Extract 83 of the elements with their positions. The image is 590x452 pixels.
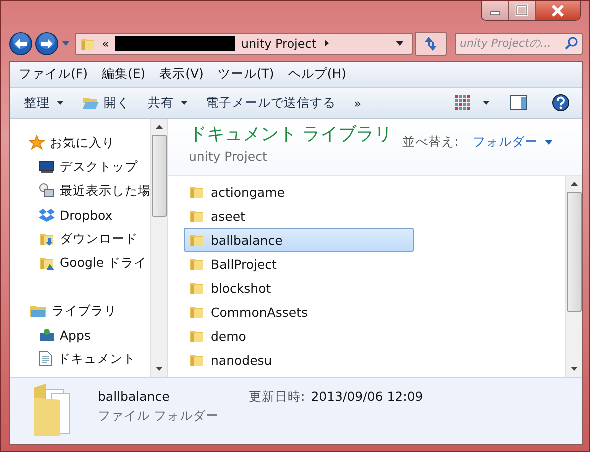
sidebar-item[interactable]: ダウンロード (10, 227, 150, 251)
menu-item[interactable]: 表示(V) (154, 66, 209, 83)
toolbar-button[interactable]: 整理 (18, 92, 74, 114)
scrollbar[interactable] (150, 119, 167, 377)
help-icon[interactable] (552, 94, 570, 112)
toolbar-button[interactable]: » (348, 92, 372, 114)
folder-icon (189, 184, 205, 200)
sidebar-label: Google ドライ (60, 254, 148, 272)
file-row[interactable]: nanodesu (184, 348, 414, 372)
sort-dropdown[interactable]: フォルダー (472, 134, 553, 151)
star-icon (29, 135, 45, 151)
minimize-icon[interactable] (482, 1, 509, 20)
back-icon[interactable] (9, 32, 33, 56)
search-icon[interactable] (565, 37, 578, 50)
menu-item[interactable]: 編集(E) (96, 66, 151, 83)
folder-icon (189, 256, 205, 272)
view-grid-icon[interactable] (454, 95, 472, 111)
address-bar[interactable]: « unity Project (75, 32, 413, 55)
modified-label: 更新日時: (248, 389, 306, 406)
sidebar-item[interactable]: Apps (10, 323, 150, 347)
document-icon (39, 351, 53, 367)
item-name: ballbalance (98, 389, 171, 404)
close-icon[interactable] (536, 1, 580, 20)
sidebar-label: デスクトップ (60, 158, 138, 176)
caret-icon (57, 101, 64, 105)
library-title: ドキュメント ライブラリ (189, 123, 393, 146)
toolbar-button[interactable]: 電子メールで送信する (200, 92, 346, 114)
folder-icon (189, 280, 205, 296)
scrollbar-thumb[interactable] (152, 135, 166, 217)
maximize-icon[interactable] (509, 1, 536, 20)
breadcrumb-overflow[interactable]: « (102, 36, 110, 51)
menu-item[interactable]: ヘルプ(H) (283, 66, 352, 83)
breadcrumb[interactable]: unity Project (241, 36, 317, 51)
caret-icon (544, 140, 553, 145)
file-row[interactable]: BallProject (184, 252, 414, 276)
open-folder-icon (82, 95, 100, 111)
monitor-icon (39, 159, 55, 175)
file-row[interactable]: aseet (184, 204, 414, 228)
folder-icon (189, 328, 205, 344)
sort-label: 並べ替え: (402, 134, 459, 151)
sidebar-item[interactable]: デスクトップ (10, 155, 150, 179)
sidebar-label: Dropbox (60, 208, 113, 222)
file-row[interactable]: demo (184, 324, 414, 348)
sidebar-label: ダウンロード (60, 230, 138, 248)
sidebar-item[interactable]: Google ドライ (10, 251, 150, 275)
clock-computer-icon (39, 183, 55, 199)
folder-icon (189, 232, 205, 248)
modified-date: 2013/09/06 12:09 (311, 389, 424, 406)
folder-icon (189, 208, 205, 224)
folder-download-icon (39, 231, 55, 247)
file-row[interactable]: CommonAssets (184, 300, 414, 324)
menu-item[interactable]: ツール(T) (212, 66, 280, 83)
library-folder-icon (29, 303, 47, 319)
item-type: ファイル フォルダー (98, 408, 219, 425)
preview-pane-icon[interactable] (510, 95, 528, 111)
folder-triangle-icon (39, 255, 55, 271)
box-icon (39, 207, 55, 223)
folder-icon (189, 352, 205, 368)
sidebar-label: ライブラリ (52, 302, 117, 320)
sidebar-item[interactable]: お気に入り (10, 131, 150, 155)
chevron-icon[interactable] (324, 40, 329, 48)
sidebar-item[interactable]: Dropbox (10, 203, 150, 227)
file-row[interactable]: ballbalance (184, 228, 414, 252)
caret-icon (181, 101, 188, 105)
forward-icon[interactable] (35, 32, 59, 56)
toolbox-icon (39, 327, 55, 343)
sidebar-item[interactable]: ドキュメント (10, 347, 150, 371)
toolbar-button[interactable]: 共有 (142, 92, 198, 114)
scrollbar-thumb[interactable] (566, 192, 582, 312)
file-row[interactable]: actiongame (184, 180, 414, 204)
refresh-icon[interactable] (415, 32, 447, 56)
caret-icon (483, 101, 490, 105)
folder-icon (189, 304, 205, 320)
library-subtitle: unity Project (189, 149, 268, 164)
search-field[interactable]: unity Projectの… (455, 32, 583, 55)
scrollbar[interactable] (565, 176, 582, 377)
toolbar-button[interactable]: 開く (76, 92, 140, 114)
sidebar-label: ドキュメント (58, 350, 136, 368)
file-row[interactable]: blockshot (184, 276, 414, 300)
sidebar-label: お気に入り (50, 134, 115, 152)
sidebar-item[interactable]: ライブラリ (10, 299, 150, 323)
sidebar-label: Apps (60, 328, 91, 342)
menu-item[interactable]: ファイル(F) (14, 66, 93, 83)
